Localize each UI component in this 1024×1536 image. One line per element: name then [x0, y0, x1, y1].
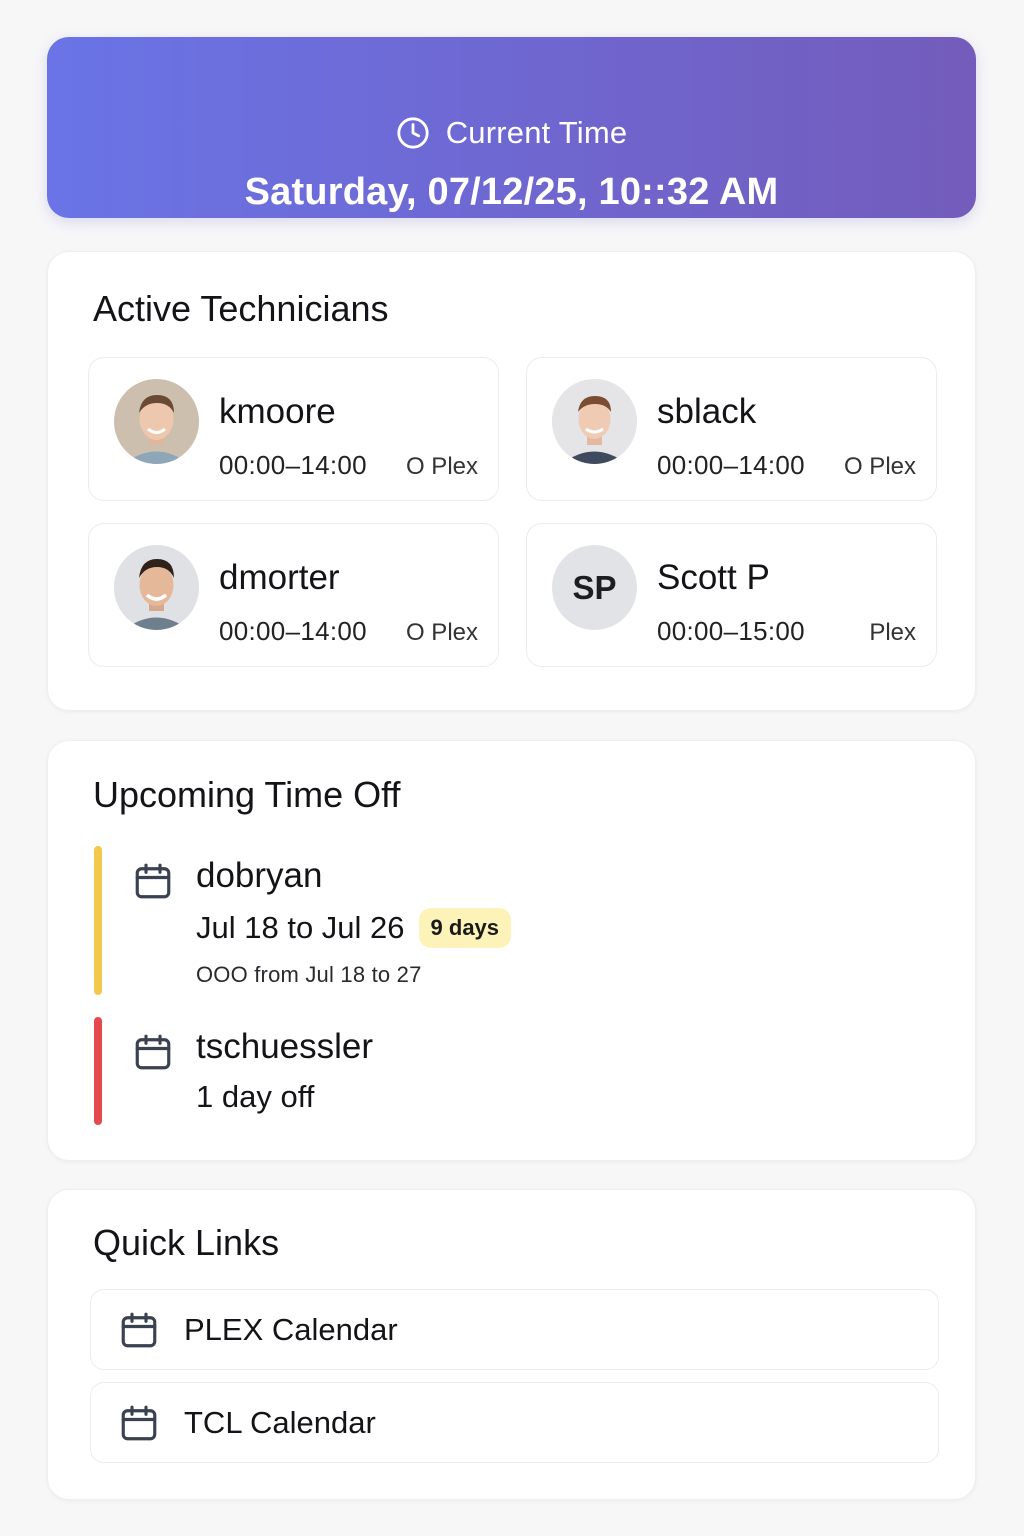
calendar-icon — [121, 1312, 157, 1347]
avatar — [114, 379, 199, 464]
time-off-name: tschuessler — [196, 1027, 374, 1066]
time-off-item-tschuessler[interactable]: tschuessler 1 day off — [94, 1017, 934, 1125]
clock-icon — [397, 117, 429, 149]
time-off-name: dobryan — [196, 856, 323, 895]
duration-badge: 9 days — [418, 908, 512, 948]
avatar — [552, 379, 637, 464]
technician-name: Scott P — [657, 558, 770, 597]
technician-location: O Plex — [405, 619, 478, 646]
quick-link-plex-calendar[interactable]: PLEX Calendar — [90, 1289, 939, 1370]
time-off-item-dobryan[interactable]: dobryan Jul 18 to Jul 26 9 days OOO from… — [94, 846, 934, 995]
technician-hours: 00:00–14:00 — [219, 450, 367, 480]
technician-location: Plex — [869, 619, 916, 646]
current-time-label: Current Time — [445, 115, 628, 150]
technician-card-dmorter[interactable]: dmorter 00:00–14:00 O Plex — [88, 523, 499, 667]
technician-name: dmorter — [219, 558, 340, 597]
upcoming-time-off-card: Upcoming Time Off dobryan Jul 18 to Jul … — [47, 740, 976, 1161]
technician-name: kmoore — [219, 392, 336, 431]
technician-card-sblack[interactable]: sblack 00:00–14:00 O Plex — [526, 357, 937, 501]
calendar-icon — [135, 1034, 171, 1070]
avatar — [114, 545, 199, 630]
avatar-initials: SP — [572, 568, 617, 606]
upcoming-time-off-title: Upcoming Time Off — [93, 774, 401, 815]
technician-hours: 00:00–14:00 — [219, 616, 367, 646]
time-off-accent-bar — [94, 1017, 102, 1125]
time-off-note: OOO from Jul 18 to 27 — [196, 962, 422, 987]
quick-links-card: Quick Links PLEX Calendar TCL Calendar — [47, 1189, 976, 1500]
active-technicians-card: Active Technicians kmoore 00:00–14:00 O … — [47, 251, 976, 711]
technician-location: O Plex — [843, 453, 916, 480]
time-off-range-row: Jul 18 to Jul 26 9 days — [196, 908, 512, 948]
technician-card-kmoore[interactable]: kmoore 00:00–14:00 O Plex — [88, 357, 499, 501]
technician-location: O Plex — [405, 453, 478, 480]
avatar-photo — [114, 545, 199, 630]
time-off-accent-bar — [94, 846, 102, 995]
technician-hours: 00:00–14:00 — [657, 450, 805, 480]
time-off-range: 1 day off — [196, 1079, 315, 1114]
current-time-banner: Current Time Saturday, 07/12/25, 10::32 … — [47, 37, 976, 218]
avatar-photo — [114, 379, 199, 464]
quick-link-tcl-calendar[interactable]: TCL Calendar — [90, 1382, 939, 1463]
quick-links-title: Quick Links — [93, 1222, 280, 1263]
current-time-value: Saturday, 07/12/25, 10::32 AM — [244, 171, 779, 213]
active-technicians-title: Active Technicians — [93, 288, 389, 329]
technician-hours: 00:00–15:00 — [657, 616, 805, 646]
calendar-icon — [121, 1405, 157, 1440]
time-off-range: Jul 18 to Jul 26 — [196, 910, 405, 945]
avatar: SP — [552, 545, 637, 630]
current-time-header: Current Time — [47, 115, 976, 151]
avatar-photo — [552, 379, 637, 464]
quick-link-label: PLEX Calendar — [184, 1311, 398, 1347]
quick-link-label: TCL Calendar — [184, 1404, 376, 1440]
technician-card-scott-p[interactable]: SP Scott P 00:00–15:00 Plex — [526, 523, 937, 667]
calendar-icon — [135, 863, 171, 899]
technician-name: sblack — [657, 392, 757, 431]
